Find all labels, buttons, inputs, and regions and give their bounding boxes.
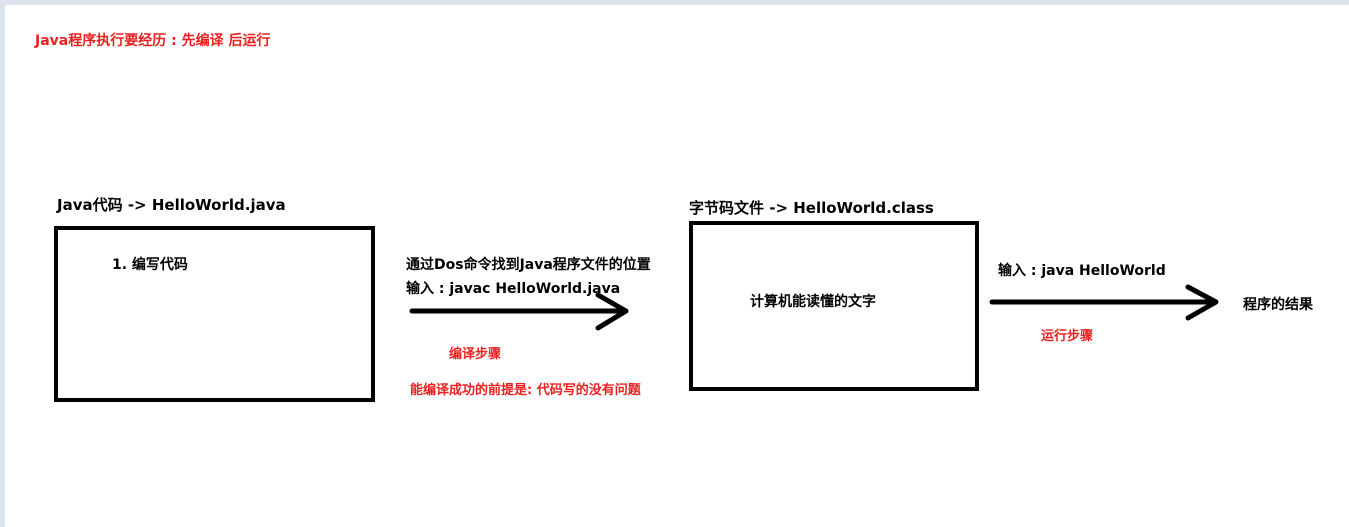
program-result: 程序的结果 xyxy=(1243,297,1313,313)
source-box-text: 1. 编写代码 xyxy=(112,257,188,273)
compile-step-label: 编译步骤 xyxy=(449,347,502,362)
window-frame-top xyxy=(0,0,1349,5)
compile-arrow xyxy=(409,292,629,331)
run-arrow xyxy=(989,284,1219,321)
bytecode-box-text: 计算机能读懂的文字 xyxy=(750,294,876,310)
compile-instruction-line1: 通过Dos命令找到Java程序文件的位置 xyxy=(406,257,651,273)
compile-precondition: 能编译成功的前提是: 代码写的没有问题 xyxy=(410,383,641,398)
bytecode-file-label: 字节码文件 -> HelloWorld.class xyxy=(689,199,934,217)
diagram-title: Java程序执行要经历 : 先编译 后运行 xyxy=(35,33,271,49)
source-code-box xyxy=(54,226,375,402)
window-frame-left xyxy=(0,0,5,527)
run-command: 输入 : java HelloWorld xyxy=(998,263,1166,279)
run-step-label: 运行步骤 xyxy=(1041,329,1094,344)
source-file-label: Java代码 -> HelloWorld.java xyxy=(57,196,286,214)
